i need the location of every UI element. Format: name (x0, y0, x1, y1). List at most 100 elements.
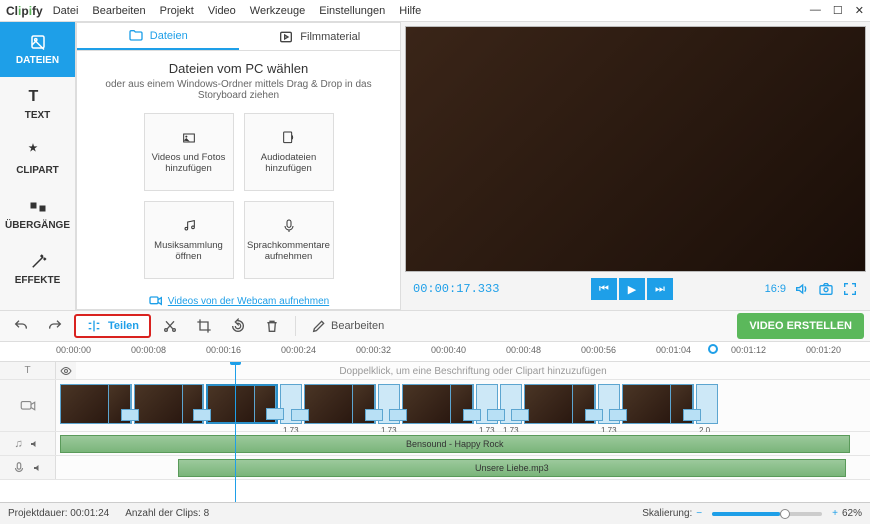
timeline-ruler[interactable]: 00:00:00 00:00:08 00:00:16 00:00:24 00:0… (0, 342, 870, 362)
video-clip[interactable] (402, 384, 474, 424)
video-clip[interactable] (134, 384, 204, 424)
menu-hilfe[interactable]: Hilfe (399, 5, 421, 17)
audio-clip[interactable]: Unsere Liebe.mp3 (178, 459, 845, 477)
video-clip[interactable] (622, 384, 694, 424)
voice-track[interactable]: Unsere Liebe.mp3 (56, 456, 870, 479)
tile-add-video-photo[interactable]: Videos und Fotos hinzufügen (144, 113, 234, 191)
volume-icon[interactable] (794, 281, 810, 297)
clips-label: Anzahl der Clips: (125, 508, 201, 519)
edit-button[interactable]: Bearbeiten (304, 314, 391, 338)
menu-video[interactable]: Video (208, 5, 236, 17)
ruler-tick: 00:00:00 (56, 345, 91, 355)
menubar: Clipify Datei Bearbeiten Projekt Video W… (0, 0, 870, 22)
music-track[interactable]: Bensound - Happy Rock (56, 432, 870, 455)
video-track[interactable]: 1.73 1.73 1.73 1.73 1.73 2.0 (56, 380, 870, 431)
ruler-tick: 00:00:32 (356, 345, 391, 355)
menu-datei[interactable]: Datei (53, 5, 79, 17)
webcam-icon (148, 293, 164, 309)
preview-video[interactable] (405, 26, 866, 272)
media-panel: Dateien Filmmaterial Dateien vom PC wähl… (76, 22, 401, 310)
tab-dateien[interactable]: Dateien (77, 23, 239, 50)
ruler-tick: 00:00:24 (281, 345, 316, 355)
sidebar: DATEIEN T TEXT ★ CLIPART ÜBERGÄNGE EFFEK… (0, 22, 76, 310)
menu-projekt[interactable]: Projekt (160, 5, 194, 17)
sidebar-label: ÜBERGÄNGE (5, 220, 70, 231)
scale-value: 62% (842, 508, 862, 519)
files-icon (29, 33, 47, 51)
sidebar-item-effekte[interactable]: EFFEKTE (0, 242, 75, 297)
visibility-icon[interactable] (60, 365, 72, 377)
edit-label: Bearbeiten (331, 320, 384, 332)
sidebar-item-dateien[interactable]: DATEIEN (0, 22, 75, 77)
create-video-button[interactable]: VIDEO ERSTELLEN (737, 313, 864, 339)
text-track-icon: T (24, 365, 30, 376)
media-panel-title: Dateien vom PC wählen (89, 61, 388, 76)
caption-track[interactable]: Doppelklick, um eine Beschriftung oder C… (76, 362, 870, 379)
app-logo: Clipify (6, 4, 43, 18)
tile-record-voice[interactable]: Sprachkommentare aufnehmen (244, 201, 334, 279)
media-panel-subtitle: oder aus einem Windows-Ordner mittels Dr… (89, 79, 388, 101)
ruler-tick: 00:00:08 (131, 345, 166, 355)
next-frame-button[interactable]: ⏭ (647, 278, 673, 300)
timecode: 00:00:17.333 (413, 282, 499, 296)
sidebar-item-text[interactable]: T TEXT (0, 77, 75, 132)
sidebar-label: CLIPART (16, 165, 59, 176)
tile-add-audio[interactable]: Audiodateien hinzufügen (244, 113, 334, 191)
cut-button[interactable] (155, 314, 185, 338)
music-track-icon: ♫ (14, 438, 22, 450)
rotate-button[interactable] (223, 314, 253, 338)
film-icon (181, 130, 197, 146)
zoom-slider[interactable] (712, 512, 822, 516)
sidebar-label: TEXT (25, 110, 51, 121)
marker-icon[interactable] (708, 344, 718, 354)
delete-button[interactable] (257, 314, 287, 338)
close-icon[interactable]: ✕ (855, 4, 864, 17)
folder-icon (128, 28, 144, 44)
timeline-toolbar: Teilen Bearbeiten VIDEO ERSTELLEN (0, 310, 870, 342)
duration-value: 00:01:24 (70, 508, 109, 519)
webcam-link[interactable]: Videos von der Webcam aufnehmen (148, 293, 329, 309)
star-icon: ★ (29, 143, 47, 161)
video-clip[interactable] (304, 384, 376, 424)
sidebar-label: DATEIEN (16, 55, 59, 66)
minimize-icon[interactable]: — (810, 4, 821, 17)
video-clip-selected[interactable] (206, 384, 278, 424)
ruler-tick: 00:00:40 (431, 345, 466, 355)
prev-frame-button[interactable]: ⏮ (591, 278, 617, 300)
audio-clip[interactable]: Bensound - Happy Rock (60, 435, 850, 453)
video-clip[interactable] (524, 384, 596, 424)
menu-einstellungen[interactable]: Einstellungen (319, 5, 385, 17)
aspect-ratio[interactable]: 16:9 (765, 283, 786, 295)
menu-bearbeiten[interactable]: Bearbeiten (92, 5, 145, 17)
tab-filmmaterial[interactable]: Filmmaterial (239, 23, 401, 50)
tile-music-library[interactable]: Musiksammlung öffnen (144, 201, 234, 279)
play-button[interactable]: ▶ (619, 278, 645, 300)
zoom-in-button[interactable]: + (832, 508, 838, 519)
maximize-icon[interactable]: ☐ (833, 4, 843, 17)
mic-icon (281, 218, 297, 234)
mute-icon[interactable] (32, 462, 44, 474)
crop-button[interactable] (189, 314, 219, 338)
tile-label: Videos und Fotos hinzufügen (149, 152, 229, 174)
audio-icon (281, 130, 297, 146)
video-clip[interactable] (60, 384, 132, 424)
sidebar-item-clipart[interactable]: ★ CLIPART (0, 132, 75, 187)
tab-label: Filmmaterial (300, 31, 360, 43)
transition-icon (29, 198, 47, 216)
sidebar-label: EFFEKTE (15, 275, 61, 286)
undo-button[interactable] (6, 314, 36, 338)
split-label: Teilen (108, 320, 139, 332)
sidebar-item-uebergaenge[interactable]: ÜBERGÄNGE (0, 187, 75, 242)
zoom-out-button[interactable]: − (696, 508, 702, 519)
wand-icon (29, 253, 47, 271)
tab-label: Dateien (150, 30, 188, 42)
mute-icon[interactable] (29, 438, 41, 450)
menu-werkzeuge[interactable]: Werkzeuge (250, 5, 305, 17)
preview-area: 00:00:17.333 ⏮ ▶ ⏭ 16:9 (401, 22, 870, 310)
timeline: T Doppelklick, um eine Beschriftung oder… (0, 362, 870, 502)
redo-button[interactable] (40, 314, 70, 338)
split-button[interactable]: Teilen (74, 314, 151, 338)
snapshot-icon[interactable] (818, 281, 834, 297)
fullscreen-icon[interactable] (842, 281, 858, 297)
duration-label: Projektdauer: (8, 508, 67, 519)
